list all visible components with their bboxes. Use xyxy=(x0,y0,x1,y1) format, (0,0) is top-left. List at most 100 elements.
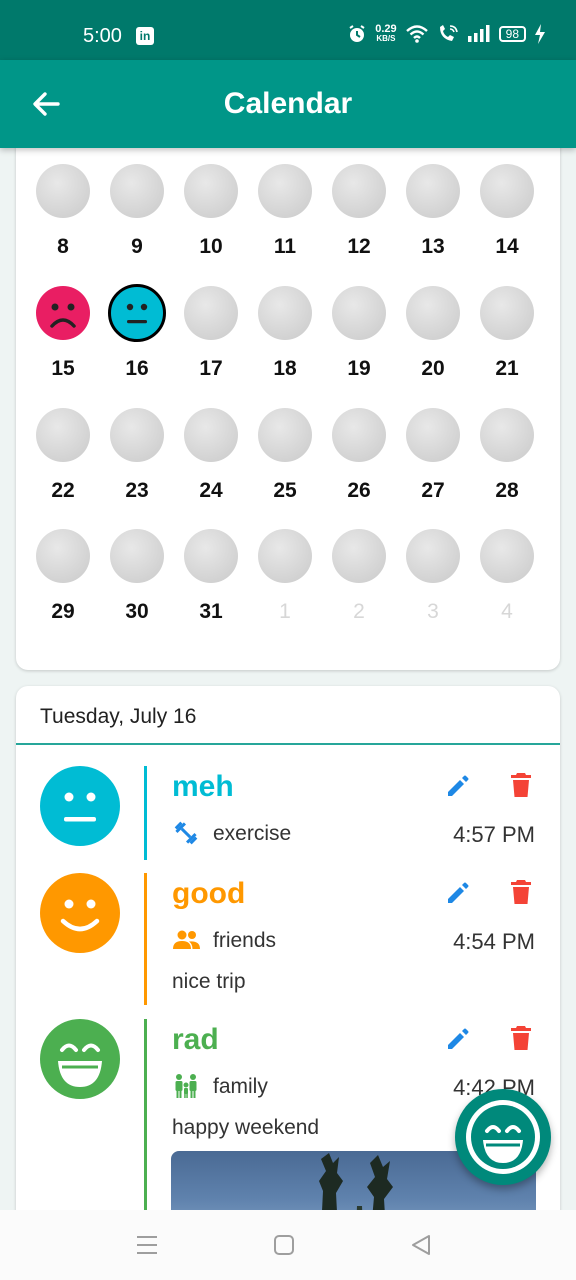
day-number: 28 xyxy=(495,479,519,502)
calendar-day[interactable]: 22 xyxy=(26,408,100,528)
day-number: 22 xyxy=(51,479,75,502)
signal-icon xyxy=(467,25,490,42)
empty-mood-dot xyxy=(332,164,386,218)
status-icons: 0.29 KB/S 98 xyxy=(347,24,546,44)
day-number: 30 xyxy=(125,600,149,623)
calendar-day[interactable]: 8 xyxy=(26,164,100,284)
delete-icon[interactable] xyxy=(511,773,531,797)
empty-mood-dot xyxy=(258,286,312,340)
activity-label: exercise xyxy=(213,822,292,845)
empty-mood-dot xyxy=(332,408,386,462)
empty-mood-dot xyxy=(36,164,90,218)
battery-icon: 98 xyxy=(498,26,526,42)
day-number: 19 xyxy=(347,357,371,380)
charging-icon xyxy=(535,24,545,44)
entry-note: nice trip xyxy=(172,970,246,993)
calendar-day[interactable]: 23 xyxy=(100,408,174,528)
entry-note: happy weekend xyxy=(172,1116,320,1139)
status-time: 5:00 xyxy=(83,25,122,47)
calendar-day[interactable]: 15 xyxy=(26,286,100,406)
calendar-day[interactable]: 18 xyxy=(248,286,322,406)
calendar-day[interactable]: 9 xyxy=(100,164,174,284)
day-detail-card: Tuesday, July 16 meh exercise 4:57 PM go… xyxy=(16,686,560,1280)
network-speed-value: 0.29 xyxy=(375,23,397,35)
activity-label: family xyxy=(213,1075,268,1098)
calendar-day[interactable]: 24 xyxy=(174,408,248,528)
mood-label: rad xyxy=(172,1023,219,1056)
calendar-day[interactable]: 2 xyxy=(322,529,396,649)
edit-icon[interactable] xyxy=(445,1026,471,1052)
wifi-call-icon xyxy=(439,25,458,41)
calendar-day[interactable]: 4 xyxy=(470,529,544,649)
empty-mood-dot xyxy=(110,408,164,462)
empty-mood-dot xyxy=(110,164,164,218)
empty-mood-dot xyxy=(258,408,312,462)
calendar-day[interactable]: 10 xyxy=(174,164,248,284)
meh-face-icon xyxy=(108,284,166,342)
calendar-day[interactable]: 19 xyxy=(322,286,396,406)
calendar-day[interactable]: 14 xyxy=(470,164,544,284)
dumbbell-icon xyxy=(173,820,199,846)
calendar-day[interactable]: 16 xyxy=(100,284,174,406)
app-bar: Calendar xyxy=(0,60,576,148)
calendar-day[interactable]: 3 xyxy=(396,529,470,649)
calendar-day[interactable]: 21 xyxy=(470,286,544,406)
calendar-day[interactable]: 17 xyxy=(174,286,248,406)
network-speed-unit: KB/S xyxy=(376,34,396,43)
network-speed: 0.29 KB/S xyxy=(375,24,396,44)
empty-mood-dot xyxy=(332,529,386,583)
day-number: 9 xyxy=(131,235,143,258)
people-icon xyxy=(173,927,200,953)
menu-icon[interactable] xyxy=(134,1232,160,1258)
mood-entry-good[interactable]: good friends 4:54 PM nice trip xyxy=(16,873,560,1005)
activity-label: friends xyxy=(213,929,277,952)
calendar-day[interactable]: 30 xyxy=(100,529,174,649)
day-number: 17 xyxy=(199,357,223,380)
empty-mood-dot xyxy=(184,164,238,218)
calendar-day[interactable]: 13 xyxy=(396,164,470,284)
day-detail-divider xyxy=(16,743,560,745)
empty-mood-dot xyxy=(406,286,460,340)
delete-icon[interactable] xyxy=(511,880,531,904)
day-number: 1 xyxy=(279,600,291,623)
empty-mood-dot xyxy=(480,286,534,340)
day-number: 20 xyxy=(421,357,445,380)
calendar-day[interactable]: 25 xyxy=(248,408,322,528)
calendar-day[interactable]: 26 xyxy=(322,408,396,528)
calendar-day[interactable]: 1 xyxy=(248,529,322,649)
day-detail-title: Tuesday, July 16 xyxy=(40,705,197,728)
page-title: Calendar xyxy=(223,87,353,120)
entry-color-bar xyxy=(144,766,147,860)
day-number: 14 xyxy=(495,235,519,258)
home-square-icon[interactable] xyxy=(271,1232,297,1258)
smile-face-icon xyxy=(40,873,120,953)
calendar-day[interactable]: 31 xyxy=(174,529,248,649)
empty-mood-dot xyxy=(480,408,534,462)
delete-icon[interactable] xyxy=(511,1026,531,1050)
calendar-day[interactable]: 12 xyxy=(322,164,396,284)
entry-color-bar xyxy=(144,873,147,1005)
calendar-day[interactable]: 11 xyxy=(248,164,322,284)
empty-mood-dot xyxy=(480,164,534,218)
add-mood-fab[interactable] xyxy=(455,1089,551,1185)
calendar-day[interactable]: 20 xyxy=(396,286,470,406)
calendar-day[interactable]: 28 xyxy=(470,408,544,528)
calendar-day[interactable]: 29 xyxy=(26,529,100,649)
empty-mood-dot xyxy=(184,408,238,462)
edit-icon[interactable] xyxy=(445,880,471,906)
calendar-day[interactable]: 27 xyxy=(396,408,470,528)
meh-face-icon xyxy=(40,766,120,846)
linkedin-icon: in xyxy=(136,27,154,45)
mood-label: meh xyxy=(172,770,234,803)
back-triangle-icon[interactable] xyxy=(408,1232,434,1258)
empty-mood-dot xyxy=(406,408,460,462)
status-bar: 5:00 in 0.29 KB/S 98 xyxy=(0,0,576,60)
day-number: 31 xyxy=(199,600,223,623)
edit-icon[interactable] xyxy=(445,773,471,799)
day-number: 24 xyxy=(199,479,223,502)
day-number: 8 xyxy=(57,235,69,258)
calendar-card: 8 9 10 11 12 13 14 15 16 17 18 19 20 21 22 23 24 25 26 27 28… xyxy=(16,140,560,670)
mood-entry-meh[interactable]: meh exercise 4:57 PM xyxy=(16,766,560,860)
day-number: 23 xyxy=(125,479,149,502)
empty-mood-dot xyxy=(258,529,312,583)
